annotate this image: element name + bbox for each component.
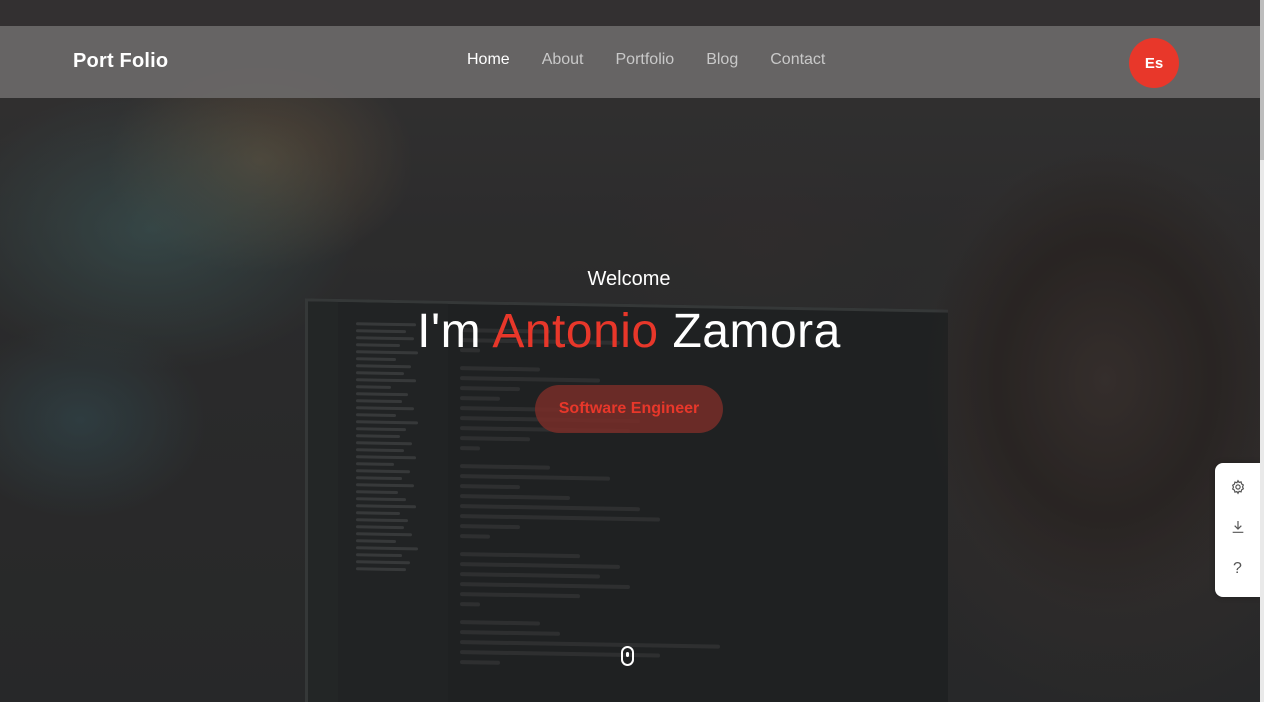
download-icon[interactable] [1215,507,1260,547]
scrollbar-thumb[interactable] [1260,0,1264,160]
hero-section: Welcome I'm Antonio Zamora Software Engi… [0,0,1260,702]
hero-welcome: Welcome [587,268,671,290]
gear-icon[interactable] [1215,467,1260,507]
page: Port Folio Home About Portfolio Blog Con… [0,0,1264,702]
hero-title-suffix: Zamora [658,305,841,358]
role-button[interactable]: Software Engineer [535,385,723,433]
page-scrollbar[interactable] [1260,0,1264,702]
mouse-scroll-icon[interactable] [621,646,634,666]
help-icon[interactable]: ? [1215,549,1260,589]
hero-title-prefix: I'm [417,305,493,358]
hero-title: I'm Antonio Zamora [0,304,1258,359]
side-tools-panel: ? [1215,463,1260,597]
hero-title-accent: Antonio [492,305,659,358]
